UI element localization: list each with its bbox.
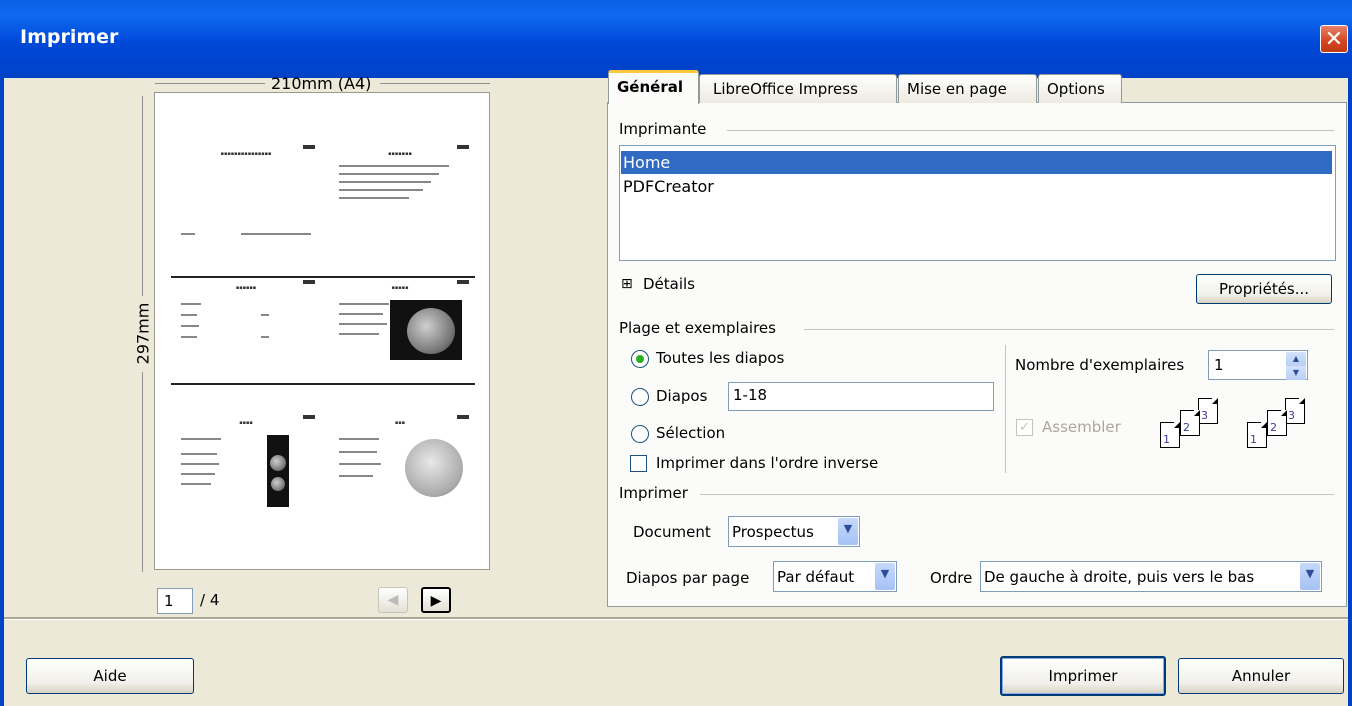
collate-label[interactable]: Assembler <box>1042 418 1121 436</box>
tab-options[interactable]: Options <box>1038 74 1122 103</box>
reverse-order-label[interactable]: Imprimer dans l'ordre inverse <box>656 454 878 472</box>
range-group-label: Plage et exemplaires <box>619 319 782 337</box>
reverse-order-checkbox[interactable] <box>630 455 647 472</box>
width-dimension: 210mm (A4) <box>155 74 490 94</box>
dimension-line <box>380 83 490 84</box>
chevron-down-icon[interactable]: ▼ <box>1300 563 1320 590</box>
page-total: / 4 <box>200 591 220 609</box>
tab-general[interactable]: Général <box>608 70 699 104</box>
window-border <box>0 78 4 706</box>
slide-thumbnail: ▪▪▪▪▪▪▪▪▪▪▪▪▪▪▪ <box>171 93 321 235</box>
printer-group-label: Imprimante <box>619 120 713 138</box>
expand-plus-icon[interactable]: ⊞ <box>621 276 633 292</box>
group-separator <box>700 494 1334 495</box>
vertical-separator <box>1005 345 1006 473</box>
order-value: De gauche à droite, puis vers le bas <box>984 568 1255 586</box>
printer-item-pdfcreator[interactable]: PDFCreator <box>621 175 1332 198</box>
height-dimension: 297mm <box>129 96 157 572</box>
page-number-input[interactable]: 1 <box>157 588 193 614</box>
slide-thumbnail: ▪▪▪▪▪ <box>325 228 475 363</box>
window-title: Imprimer <box>20 26 119 48</box>
details-label[interactable]: Détails <box>643 275 695 293</box>
document-value: Prospectus <box>732 523 814 541</box>
slide-thumbnail: ▪▪▪▪ <box>171 363 321 507</box>
document-select[interactable]: Prospectus ▼ <box>728 516 860 547</box>
arrow-right-icon: ▶ <box>430 593 442 609</box>
close-icon[interactable]: ✕ <box>1320 25 1348 53</box>
chevron-down-icon[interactable]: ▼ <box>875 563 895 590</box>
width-label: 210mm (A4) <box>271 74 372 93</box>
print-group-label: Imprimer <box>619 484 694 502</box>
properties-button[interactable]: Propriétés... <box>1196 274 1332 304</box>
cancel-button[interactable]: Annuler <box>1178 658 1344 694</box>
height-label: 297mm <box>133 302 153 365</box>
order-select[interactable]: De gauche à droite, puis vers le bas ▼ <box>980 561 1322 592</box>
printer-list[interactable]: Home PDFCreator <box>619 145 1336 261</box>
slides-label[interactable]: Diapos <box>656 387 707 405</box>
spin-down-icon[interactable]: ▼ <box>1286 366 1306 380</box>
group-separator <box>727 130 1334 131</box>
copies-label: Nombre d'exemplaires <box>1015 356 1185 374</box>
bottom-separator <box>4 617 1348 620</box>
tab-page-layout[interactable]: Mise en page <box>898 74 1037 103</box>
slides-per-page-label: Diapos par page <box>626 569 750 587</box>
spin-up-icon[interactable]: ▲ <box>1286 352 1306 366</box>
print-button[interactable]: Imprimer <box>1000 656 1166 696</box>
tab-libreoffice-impress[interactable]: LibreOffice Impress <box>699 74 897 103</box>
collate-checkbox[interactable]: ✓ <box>1016 419 1033 436</box>
document-label: Document <box>633 523 711 541</box>
slide-thumbnail: ▪▪▪▪▪▪▪ <box>325 93 475 228</box>
copies-spinner[interactable]: 1 ▲ ▼ <box>1208 350 1308 380</box>
dimension-line <box>142 96 143 296</box>
help-button[interactable]: Aide <box>26 658 194 694</box>
print-preview-page: ▪▪▪▪▪▪▪▪▪▪▪▪▪▪▪ ▪▪▪▪▪▪▪ ▪▪▪▪▪▪ ▪▪▪▪▪ ▪▪▪… <box>154 92 490 570</box>
collate-icon: 3 2 1 <box>1245 398 1317 454</box>
dimension-line <box>155 83 265 84</box>
title-bar: Imprimer <box>0 0 1352 78</box>
order-label: Ordre <box>930 569 973 587</box>
copies-value: 1 <box>1214 356 1224 374</box>
all-slides-label[interactable]: Toutes les diapos <box>656 349 784 367</box>
slides-per-page-value: Par défaut <box>777 568 855 586</box>
selection-radio[interactable] <box>631 425 649 443</box>
all-slides-radio[interactable] <box>631 350 649 368</box>
previous-page-button[interactable]: ◀ <box>378 587 408 613</box>
slides-range-input[interactable]: 1-18 <box>728 382 994 411</box>
slide-thumbnail: ▪▪▪ <box>325 363 475 498</box>
slide-thumbnail: ▪▪▪▪▪▪ <box>171 228 321 363</box>
slides-per-page-select[interactable]: Par défaut ▼ <box>773 561 897 592</box>
printer-item-home[interactable]: Home <box>621 151 1332 174</box>
chevron-down-icon[interactable]: ▼ <box>838 518 858 545</box>
collate-icon: 3 2 1 <box>1158 398 1230 454</box>
slides-radio[interactable] <box>631 388 649 406</box>
arrow-left-icon: ◀ <box>387 592 399 608</box>
dimension-line <box>142 372 143 572</box>
selection-label[interactable]: Sélection <box>656 424 725 442</box>
group-separator <box>804 329 1334 330</box>
window-border <box>1348 78 1352 706</box>
next-page-button[interactable]: ▶ <box>421 587 451 613</box>
